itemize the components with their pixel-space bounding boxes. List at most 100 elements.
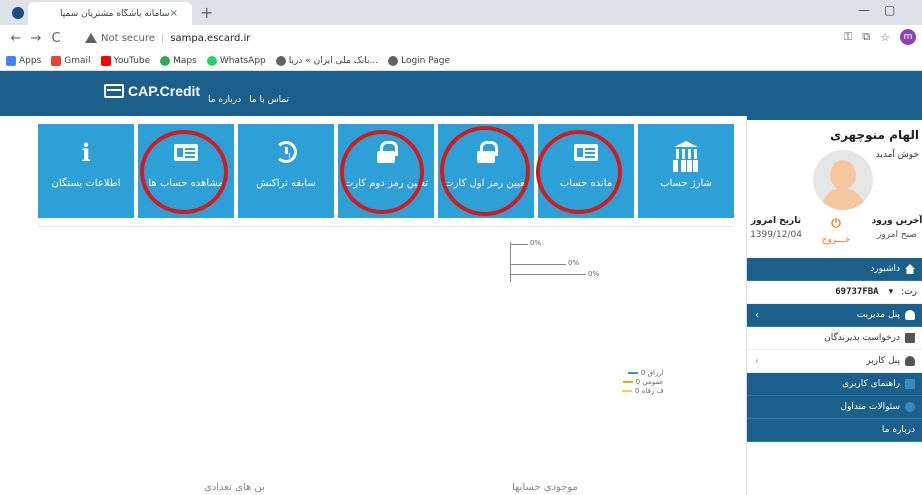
bookmarks-bar: Apps Gmail YouTube Maps WhatsApp بانک مل… [0, 51, 922, 71]
lock-icon [477, 141, 498, 163]
power-icon: ⏻ [831, 216, 841, 230]
new-tab-button[interactable]: + [200, 3, 213, 22]
youtube-icon [100, 55, 111, 66]
users-icon [905, 310, 915, 320]
reload-icon[interactable]: C [46, 31, 66, 46]
tile-label: سابقه تراکنش [256, 178, 316, 189]
tile-set-second-pin[interactable]: تعیین رمز دوم کارت [338, 124, 434, 218]
tab-close-icon[interactable]: × [170, 8, 178, 19]
bookmark-bank-melli[interactable]: بانک ملی ایران » دریا... [275, 55, 378, 66]
site-header: CAP.Credit تماس با ما درباره ما [0, 71, 922, 116]
bookmark-apps[interactable]: Apps [6, 55, 41, 66]
history-icon [275, 141, 297, 163]
tile-label: شارژ حساب [660, 178, 712, 189]
accounts-balance-title: موجودی حسابها [512, 482, 578, 493]
logout-button[interactable]: ⏻ خـــروج [811, 216, 861, 245]
menu-user-guide[interactable]: راهنمای کاربری [747, 373, 922, 396]
content-divider [38, 226, 734, 227]
address-bar[interactable]: Not secure | sampa.escard.ir [85, 28, 880, 48]
home-icon [905, 264, 915, 274]
id-card-icon [174, 143, 198, 161]
minimize-icon[interactable]: — [858, 3, 870, 17]
legend-item: ف رفاه 0 [622, 386, 664, 395]
nav-about[interactable]: درباره ما [208, 95, 241, 105]
globe-icon [388, 55, 399, 66]
chart-legend: ارزاق 0 عمومي 0 ف رفاه 0 [622, 368, 664, 395]
legend-swatch [622, 380, 633, 383]
donut-chart-labels: 0% 0% 0% [504, 236, 604, 286]
translate-icon[interactable]: ⧉ [862, 30, 870, 44]
label-leader-line [510, 264, 566, 265]
tile-account-balance[interactable]: مانده حساب [538, 124, 634, 218]
bookmark-login-page[interactable]: Login Page [388, 55, 450, 66]
book-icon [905, 379, 915, 389]
coupons-title: بن های تعدادی [204, 482, 265, 493]
legend-swatch [627, 371, 638, 374]
bookmark-whatsapp[interactable]: WhatsApp [206, 55, 266, 66]
bookmark-gmail[interactable]: Gmail [51, 55, 91, 66]
chevron-right-icon: › [755, 355, 759, 367]
forward-icon[interactable]: → [26, 31, 46, 46]
user-sidebar: الهام منوچهری خوش آمدید تاریخ امروز 1399… [746, 116, 922, 495]
today-date: تاریخ امروز 1399/12/04 [750, 216, 802, 240]
card-selector[interactable]: رت: ▾ 69737FBA [747, 281, 922, 304]
question-icon [905, 402, 915, 412]
tile-label: اطلاعات بستگان [51, 178, 121, 189]
browser-tab[interactable]: × سامانه باشگاه مشتریان سمپا [28, 2, 192, 25]
user-icon [905, 356, 915, 366]
tile-set-first-pin[interactable]: تعیین رمز اول کارت [438, 124, 534, 218]
tile-transaction-history[interactable]: سابقه تراکنش [238, 124, 334, 218]
logo-text: CAP.Credit [128, 83, 201, 99]
tile-charge-account[interactable]: شارژ حساب [638, 124, 734, 218]
percent-label: 0% [568, 259, 580, 267]
menu-dashboard[interactable]: داشبورد [747, 258, 922, 281]
top-nav: تماس با ما درباره ما [208, 95, 289, 105]
label-leader-line [510, 274, 586, 275]
toolbar-actions: ⚿ ⧉ ☆ m [844, 29, 916, 45]
card-label: رت: [901, 287, 917, 297]
key-icon[interactable]: ⚿ [844, 30, 852, 44]
side-menu: داشبورد رت: ▾ 69737FBA پنل مدیریت › درخو… [747, 258, 922, 442]
menu-faq[interactable]: سئوالات متداول [747, 396, 922, 419]
last-login: آخرین ورود صبح امروز [871, 216, 922, 240]
avatar-body [821, 188, 865, 210]
bookmark-maps[interactable]: Maps [160, 55, 197, 66]
info-icon: i [81, 137, 91, 167]
bookmark-youtube[interactable]: YouTube [100, 55, 150, 66]
chart-axis-line [510, 242, 511, 282]
profile-avatar[interactable]: m [900, 29, 916, 45]
menu-about[interactable]: درباره ما [747, 419, 922, 442]
site-logo[interactable]: CAP.Credit [104, 83, 200, 99]
legend-item: ارزاق 0 [622, 368, 664, 377]
legend-item: عمومي 0 [622, 377, 664, 386]
tile-relatives-info[interactable]: i اطلاعات بستگان [38, 124, 134, 218]
tile-label: تعیین رمز دوم کارت [343, 178, 429, 189]
lock-icon [377, 141, 398, 163]
chevron-down-icon: ▾ [888, 287, 894, 297]
not-secure-label: Not secure [101, 32, 155, 44]
restore-icon[interactable]: ▢ [884, 3, 895, 17]
maps-icon [160, 55, 171, 66]
action-tiles: شارژ حساب مانده حساب تعیین رمز اول کارت … [38, 124, 734, 220]
card-number: 69737FBA [835, 287, 879, 297]
tab-title: سامانه باشگاه مشتریان سمپا [60, 8, 170, 19]
avatar [813, 150, 873, 210]
back-icon[interactable]: ← [6, 31, 26, 46]
apps-grid-icon [6, 55, 16, 66]
url-text: sampa.escard.ir [170, 32, 251, 44]
browser-toolbar: ← → C Not secure | sampa.escard.ir ⚿ ⧉ ☆… [0, 25, 922, 51]
print-icon [905, 333, 915, 343]
menu-admin-panel[interactable]: پنل مدیریت › [747, 304, 922, 327]
tile-label: مشاهده حساب ها [148, 178, 224, 189]
percent-label: 0% [588, 270, 600, 278]
user-stats: تاریخ امروز 1399/12/04 ⏻ خـــروج آخرین و… [747, 216, 922, 250]
tile-view-accounts[interactable]: مشاهده حساب ها [138, 124, 234, 218]
tile-label: مانده حساب [559, 178, 613, 189]
menu-user-panel[interactable]: پنل کاربر › [747, 350, 922, 373]
tile-label: تعیین رمز اول کارت [444, 178, 528, 189]
chevron-right-icon: › [755, 309, 759, 321]
nav-contact[interactable]: تماس با ما [249, 95, 289, 105]
menu-merchant-request[interactable]: درخواست پذیرندگان [747, 327, 922, 350]
bank-icon [674, 141, 698, 163]
star-icon[interactable]: ☆ [880, 31, 890, 44]
